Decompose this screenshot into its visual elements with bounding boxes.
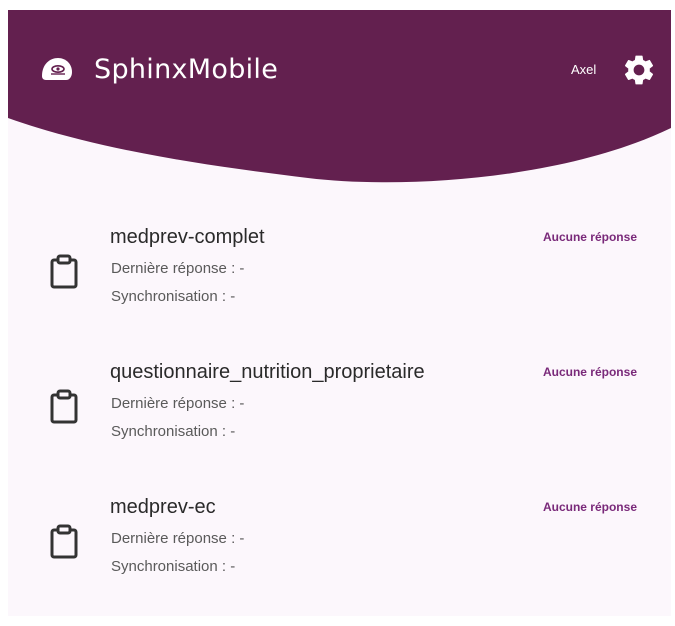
gear-icon bbox=[624, 55, 654, 85]
survey-name: medprev-ec bbox=[110, 496, 216, 518]
survey-item[interactable]: questionnaire_nutrition_proprietaire Der… bbox=[8, 355, 671, 465]
app-title: SphinxMobile bbox=[94, 54, 279, 85]
settings-button[interactable] bbox=[621, 52, 657, 88]
app-screen: SphinxMobile Axel medprev-complet Derniè… bbox=[8, 10, 671, 616]
survey-item[interactable]: medprev-complet Dernière réponse : - Syn… bbox=[8, 220, 671, 330]
last-response: Dernière réponse : - bbox=[111, 530, 245, 547]
clipboard-icon bbox=[48, 389, 80, 425]
sync-status: Synchronisation : - bbox=[111, 423, 236, 440]
header-wave-background bbox=[8, 10, 671, 183]
response-status-badge: Aucune réponse bbox=[542, 500, 637, 514]
response-status-badge: Aucune réponse bbox=[542, 365, 637, 379]
clipboard-icon bbox=[48, 524, 80, 560]
last-response: Dernière réponse : - bbox=[111, 395, 245, 412]
sync-status: Synchronisation : - bbox=[111, 288, 236, 305]
last-response: Dernière réponse : - bbox=[111, 260, 245, 277]
survey-item[interactable]: medprev-ec Dernière réponse : - Synchron… bbox=[8, 490, 671, 600]
response-status-badge: Aucune réponse bbox=[542, 230, 637, 244]
user-name[interactable]: Axel bbox=[571, 62, 596, 77]
survey-name: medprev-complet bbox=[110, 226, 265, 248]
survey-name: questionnaire_nutrition_proprietaire bbox=[110, 361, 425, 383]
clipboard-icon bbox=[48, 254, 80, 290]
sphinx-logo-icon bbox=[38, 54, 76, 84]
sync-status: Synchronisation : - bbox=[111, 558, 236, 575]
app-header: SphinxMobile Axel bbox=[8, 10, 671, 200]
